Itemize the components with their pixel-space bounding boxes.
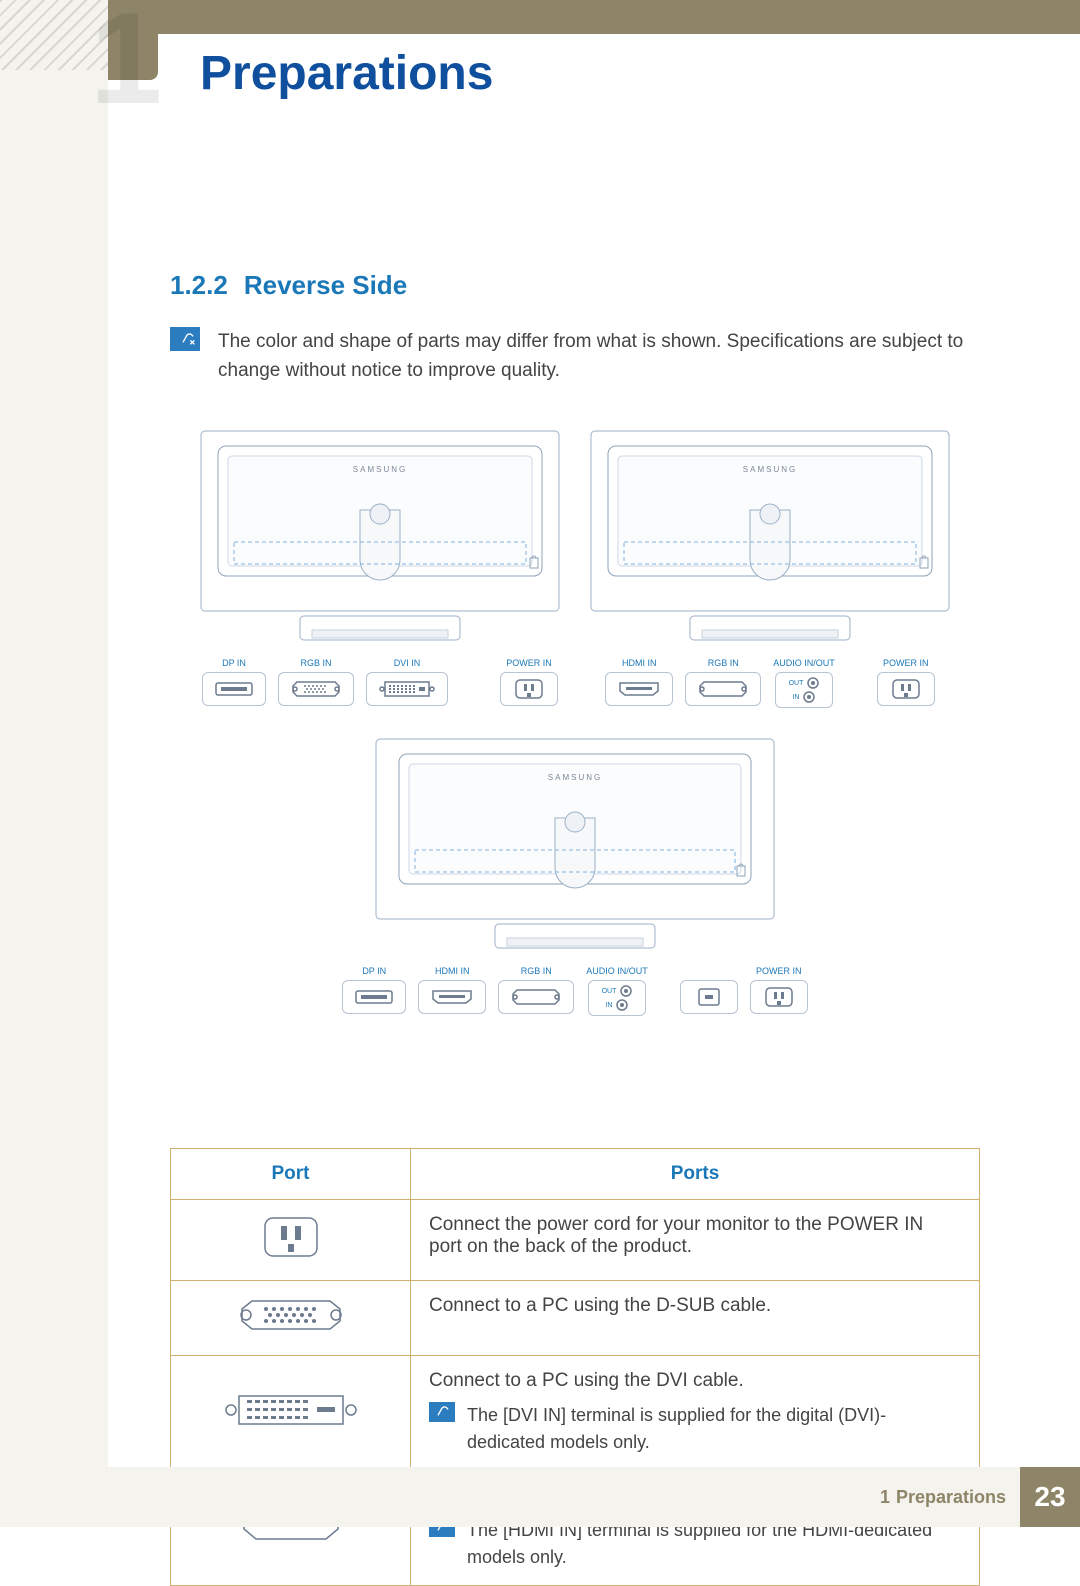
chapter-number-watermark: 1 [90, 0, 154, 117]
hdmi-port-icon [605, 672, 673, 706]
rgb-port-icon-c [498, 980, 574, 1014]
port-label-power-a: POWER IN [506, 658, 552, 668]
footer-chapter-num: 1 [880, 1487, 890, 1508]
port-label-audio: AUDIO IN/OUT [773, 658, 835, 668]
table-desc-dsub: Connect to a PC using the D-SUB cable. [411, 1281, 980, 1356]
left-margin-stripe [0, 0, 108, 1527]
dp-port-icon-c [342, 980, 406, 1014]
audio-out-label: OUT [789, 680, 804, 687]
table-header-ports: Ports [411, 1149, 980, 1200]
port-label-audio-c: AUDIO IN/OUT [586, 966, 648, 976]
rgb-port-icon [278, 672, 354, 706]
audio-in-label: IN [792, 694, 799, 701]
header-bar [108, 0, 1080, 34]
port-label-rgb-b: RGB IN [708, 658, 739, 668]
table-desc-power: Connect the power cord for your monitor … [411, 1200, 980, 1281]
audio-port-icon: OUT IN [775, 672, 833, 708]
port-label-dvi: DVI IN [394, 658, 421, 668]
page-number: 23 [1020, 1467, 1080, 1527]
port-label-rgb-c: RGB IN [521, 966, 552, 976]
table-desc-dvi: Connect to a PC using the DVI cable. [429, 1370, 961, 1392]
monitor-diagram-b: SAMSUNG HDMI IN [590, 430, 950, 708]
audio-in-label-c: IN [605, 1002, 612, 1009]
info-icon [170, 327, 200, 351]
chapter-title: Preparations [200, 46, 493, 101]
dsub-port-cell-icon [171, 1281, 411, 1356]
page-footer: 1 Preparations 23 [108, 1467, 1080, 1527]
port-label-dp: DP IN [222, 658, 246, 668]
top-note-text: The color and shape of parts may differ … [218, 327, 980, 386]
monitor-diagram-c: SAMSUNG DP IN HDMI IN RGB IN [342, 738, 808, 1016]
footer-chapter-label: Preparations [896, 1487, 1006, 1508]
svg-text:SAMSUNG: SAMSUNG [743, 465, 797, 474]
port-label-dp-c: DP IN [362, 966, 386, 976]
table-row: Connect to a PC using the D-SUB cable. [171, 1281, 980, 1356]
dvi-port-cell-icon [171, 1356, 411, 1471]
svg-text:SAMSUNG: SAMSUNG [548, 773, 602, 782]
section-title: Reverse Side [244, 270, 407, 301]
power-port-icon [500, 672, 558, 706]
section-number: 1.2.2 [170, 270, 228, 301]
power-port-icon-b [877, 672, 935, 706]
monitor-diagram-a: SAMSUNG DP IN [200, 430, 560, 708]
port-label-power-c: POWER IN [756, 966, 802, 976]
dc-port-icon-c [680, 980, 738, 1014]
dvi-port-icon [366, 672, 448, 706]
port-label-power-b: POWER IN [883, 658, 929, 668]
table-row: Connect the power cord for your monitor … [171, 1200, 980, 1281]
hdmi-port-icon-c [418, 980, 486, 1014]
table-header-port: Port [171, 1149, 411, 1200]
port-label-hdmi: HDMI IN [622, 658, 657, 668]
power-port-icon-c [750, 980, 808, 1014]
rgb-port-icon-b [685, 672, 761, 706]
info-icon [429, 1402, 455, 1422]
power-port-cell-icon [171, 1200, 411, 1281]
table-note-dvi: The [DVI IN] terminal is supplied for th… [467, 1402, 961, 1456]
diagram-area: SAMSUNG DP IN [170, 430, 980, 1044]
audio-out-label-c: OUT [602, 988, 617, 995]
audio-port-icon-c: OUT IN [588, 980, 646, 1016]
table-row: Connect to a PC using the DVI cable. The… [171, 1356, 980, 1471]
brand-label: SAMSUNG [353, 465, 407, 474]
port-label-rgb: RGB IN [300, 658, 331, 668]
port-label-hdmi-c: HDMI IN [435, 966, 470, 976]
dp-port-icon [202, 672, 266, 706]
